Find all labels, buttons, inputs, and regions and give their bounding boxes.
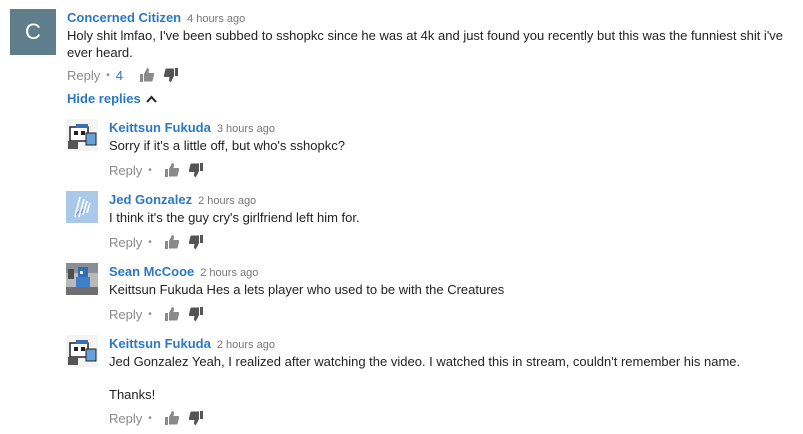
- thumbs-down-icon[interactable]: [188, 162, 204, 178]
- comment-text-line-2: Thanks!: [109, 387, 156, 402]
- avatar[interactable]: [66, 263, 98, 295]
- separator-dot: •: [148, 236, 152, 248]
- hide-replies-label: Hide replies: [67, 91, 141, 106]
- separator-dot: •: [148, 412, 152, 424]
- chevron-up-icon: [145, 91, 157, 106]
- comment-author[interactable]: Concerned Citizen: [67, 10, 181, 25]
- reply-button[interactable]: Reply: [109, 163, 142, 178]
- separator-dot: •: [106, 69, 110, 81]
- thumbs-down-icon[interactable]: [188, 306, 204, 322]
- avatar[interactable]: [66, 119, 98, 151]
- avatar[interactable]: [66, 335, 98, 367]
- avatar[interactable]: C: [10, 9, 56, 55]
- reply-button[interactable]: Reply: [109, 235, 142, 250]
- reply-comment: Jed Gonzalez 2 hours ago I think it's the…: [66, 191, 796, 251]
- separator-dot: •: [148, 164, 152, 176]
- reply-button[interactable]: Reply: [109, 307, 142, 322]
- comment-time[interactable]: 2 hours ago: [217, 339, 275, 351]
- reply-comment: Sean McCooe 2 hours ago Keittsun Fukuda H…: [66, 263, 796, 323]
- comment-text: Sorry if it's a little off, but who's ss…: [109, 138, 345, 153]
- comment-author[interactable]: Jed Gonzalez: [109, 192, 192, 207]
- comment-text: Holy shit lmfao, I've been subbed to ssh…: [67, 28, 784, 60]
- thumbs-down-icon[interactable]: [188, 234, 204, 250]
- like-count: 4: [115, 67, 123, 83]
- thumbs-up-icon[interactable]: [164, 410, 180, 426]
- comment-time[interactable]: 4 hours ago: [187, 13, 245, 25]
- comment-author[interactable]: Sean McCooe: [109, 264, 194, 279]
- comment-time[interactable]: 2 hours ago: [198, 195, 256, 207]
- reply-button[interactable]: Reply: [109, 411, 142, 426]
- comment-actions: Reply • 4: [67, 67, 187, 83]
- thumbs-up-icon[interactable]: [139, 67, 155, 83]
- thumbs-up-icon[interactable]: [164, 306, 180, 322]
- comment-author[interactable]: Keittsun Fukuda: [109, 120, 211, 135]
- comment-actions: Reply •: [109, 410, 212, 426]
- thumbs-down-icon[interactable]: [163, 67, 179, 83]
- thumbs-down-icon[interactable]: [188, 410, 204, 426]
- comment-actions: Reply •: [109, 234, 212, 250]
- reply-comment: Keittsun Fukuda 2 hours ago Jed Gonzalez …: [66, 335, 796, 430]
- thumbs-up-icon[interactable]: [164, 162, 180, 178]
- comment-text: Keittsun Fukuda Hes a lets player who us…: [109, 282, 505, 297]
- comment-actions: Reply •: [109, 162, 212, 178]
- comment-text: Jed Gonzalez Yeah, I realized after watc…: [109, 354, 741, 369]
- comment-time[interactable]: 3 hours ago: [217, 123, 275, 135]
- comment-actions: Reply •: [109, 306, 212, 322]
- avatar[interactable]: [66, 191, 98, 223]
- thumbs-up-icon[interactable]: [164, 234, 180, 250]
- separator-dot: •: [148, 308, 152, 320]
- reply-comment: Keittsun Fukuda 3 hours ago Sorry if it's…: [66, 119, 796, 179]
- reply-button[interactable]: Reply: [67, 68, 100, 83]
- comment-author[interactable]: Keittsun Fukuda: [109, 336, 211, 351]
- comment-text: I think it's the guy cry's girlfriend le…: [109, 210, 360, 225]
- hide-replies-button[interactable]: Hide replies: [67, 91, 157, 106]
- comment-time[interactable]: 2 hours ago: [200, 267, 258, 279]
